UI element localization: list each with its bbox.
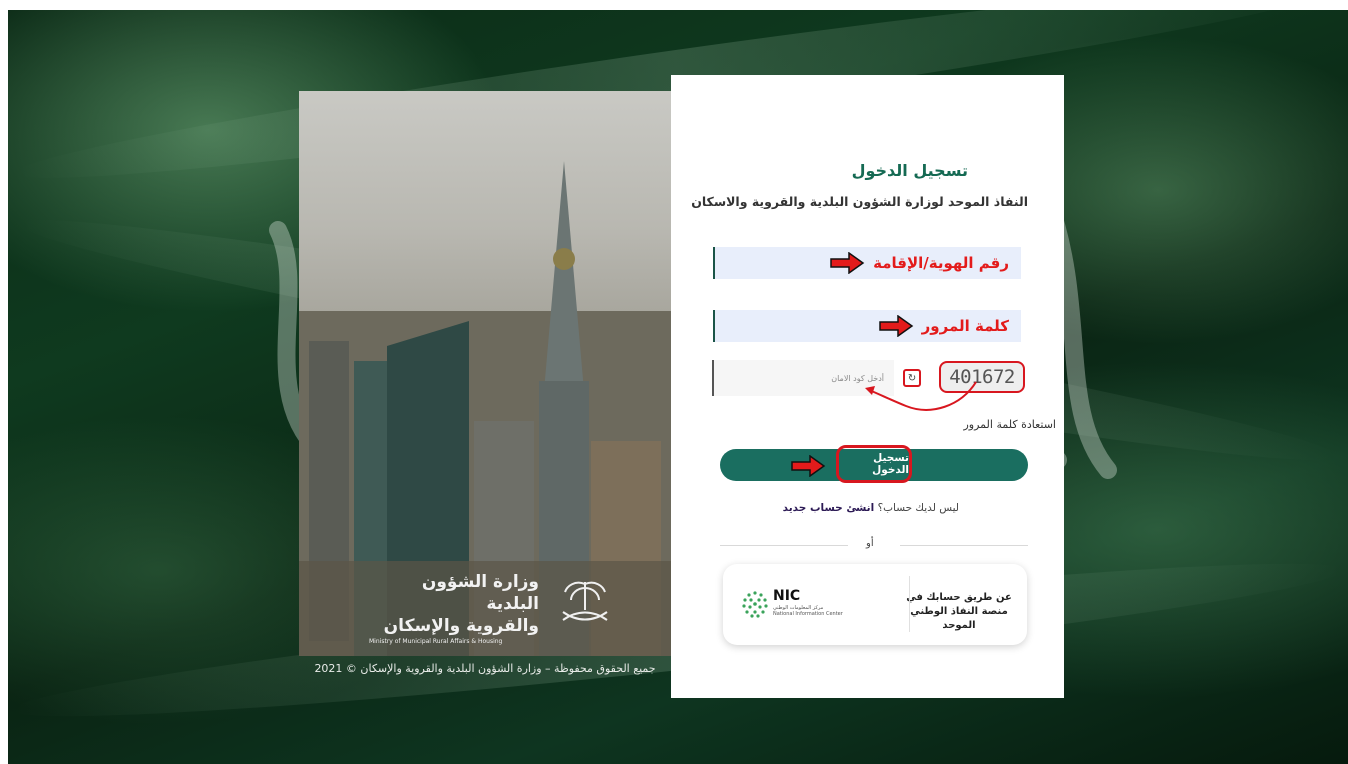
forgot-password-link[interactable]: استعادة كلمة المرور <box>963 418 1056 431</box>
register-link[interactable]: انشئ حساب جديد <box>783 502 875 514</box>
nic-login-button[interactable]: عن طريق حسابك في منصة النفاذ الوطني المو… <box>723 564 1027 645</box>
red-arrow-icon <box>878 315 913 337</box>
login-card: تسجيل الدخول النفاذ الموحد لوزارة الشؤون… <box>671 75 1064 698</box>
login-button-label: تسجيل الدخول <box>836 445 912 483</box>
nic-login-text: عن طريق حسابك في منصة النفاذ الوطني المو… <box>906 592 1012 631</box>
password-field[interactable]: كلمة المرور <box>713 310 1021 342</box>
ministry-logo-ar-line1: وزارة الشؤون البلدية <box>421 572 539 614</box>
nic-dots-icon <box>742 591 768 618</box>
red-arrow-icon <box>791 455 826 477</box>
nic-logo: NIC مركز المعلومات الوطني National Infor… <box>741 588 881 622</box>
divider-line <box>720 545 848 546</box>
city-photo-panel: وزارة الشؤون البلدية والقروية والإسكان M… <box>299 91 671 656</box>
nic-logo-text: NIC <box>773 588 801 604</box>
register-prompt-text: ليس لديك حساب؟ <box>877 502 959 514</box>
page-subtitle: النفاذ الموحد لوزارة الشؤون البلدية والق… <box>691 194 1028 209</box>
password-field-annotation: كلمة المرور <box>921 317 1009 335</box>
red-curved-arrow-icon <box>865 381 977 411</box>
red-arrow-icon <box>830 252 865 274</box>
nic-logo-en: National Information Center <box>773 611 843 617</box>
palm-swords-icon <box>562 581 608 621</box>
or-text: أو <box>866 538 874 549</box>
nic-separator <box>909 576 910 632</box>
register-prompt: ليس لديك حساب؟ انشئ حساب جديد <box>783 502 959 514</box>
ministry-logo-en: Ministry of Municipal Rural Affairs & Ho… <box>369 638 503 645</box>
divider-line <box>900 545 1028 546</box>
copyright-text: جميع الحقوق محفوظة – وزارة الشؤون البلدي… <box>314 662 656 675</box>
login-button[interactable]: تسجيل الدخول <box>720 445 1028 483</box>
captcha-row: أدخل كود الامان ↻ 401672 <box>712 360 1025 411</box>
or-divider: أو <box>720 538 1028 552</box>
id-field[interactable]: رقم الهوية/الإقامة <box>713 247 1021 279</box>
ministry-logo-ar-line2: والقروية والإسكان <box>383 616 539 636</box>
page-title: تسجيل الدخول <box>851 161 968 180</box>
id-field-annotation: رقم الهوية/الإقامة <box>873 254 1009 272</box>
